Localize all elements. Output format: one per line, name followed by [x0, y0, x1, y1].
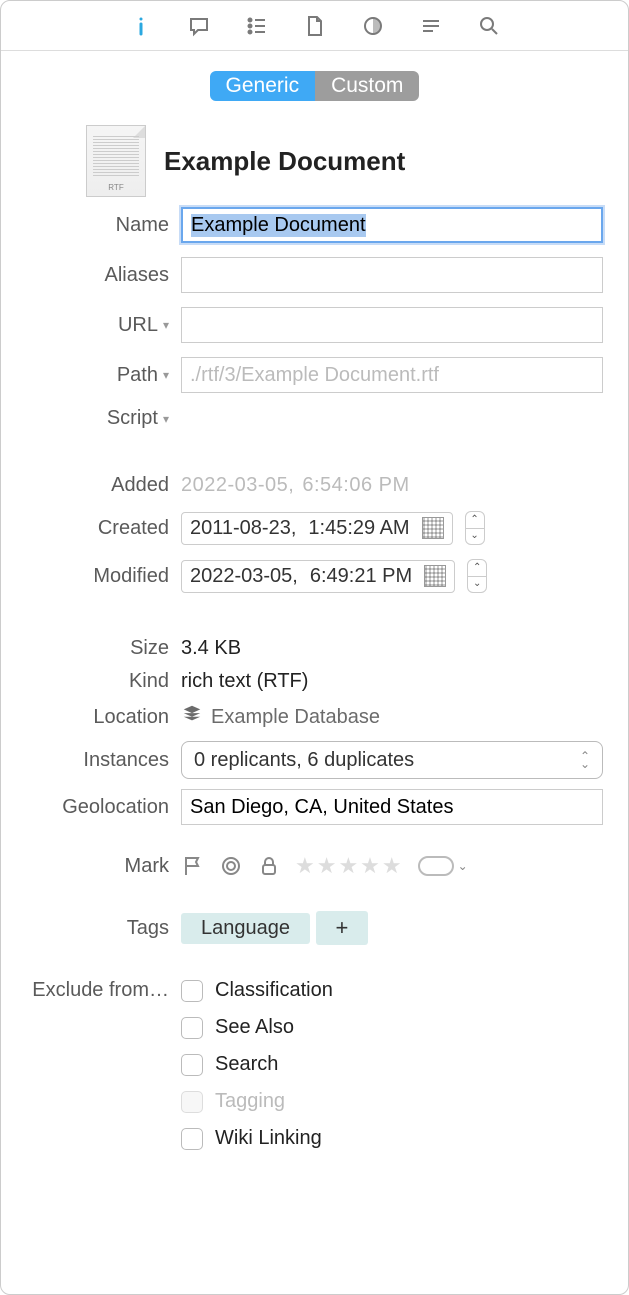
- tab-contrast-icon[interactable]: [345, 6, 401, 46]
- tab-list-icon[interactable]: [229, 6, 285, 46]
- location-value[interactable]: Example Database: [211, 706, 380, 729]
- updown-arrows-icon: ⌃⌄: [580, 752, 590, 769]
- stepper-down-icon[interactable]: ⌄: [468, 577, 486, 593]
- name-label: Name: [26, 214, 181, 237]
- mark-label: Mark: [26, 855, 181, 878]
- tab-search-icon[interactable]: [461, 6, 517, 46]
- tab-document-icon[interactable]: [287, 6, 343, 46]
- geolocation-input[interactable]: [181, 789, 603, 825]
- aliases-input[interactable]: [181, 257, 603, 293]
- geolocation-label: Geolocation: [26, 796, 181, 819]
- document-title: Example Document: [164, 146, 405, 177]
- kind-value: rich text (RTF): [181, 670, 308, 693]
- pill-icon: [418, 856, 454, 876]
- aliases-label: Aliases: [26, 264, 181, 287]
- checkbox-icon[interactable]: [181, 1017, 203, 1039]
- instances-label: Instances: [26, 749, 181, 772]
- add-tag-button[interactable]: +: [316, 911, 368, 945]
- chevron-down-icon: ▾: [163, 318, 169, 332]
- stepper-down-icon[interactable]: ⌄: [466, 529, 484, 545]
- exclude-see-also[interactable]: See Also: [181, 1016, 333, 1039]
- checkbox-icon[interactable]: [181, 1054, 203, 1076]
- location-label: Location: [26, 706, 181, 729]
- modified-date-field[interactable]: 2022-03-05, 6:49:21 PM: [181, 560, 455, 593]
- segment-custom[interactable]: Custom: [315, 71, 419, 101]
- path-label[interactable]: Path▾: [26, 364, 181, 387]
- exclude-wiki-linking[interactable]: Wiki Linking: [181, 1127, 333, 1150]
- added-time: 6:54:06 PM: [302, 474, 409, 497]
- flag-icon[interactable]: [181, 854, 205, 878]
- tag-language[interactable]: Language: [181, 913, 310, 944]
- exclude-checklist: Classification See Also Search Tagging W…: [181, 977, 333, 1150]
- modified-label: Modified: [26, 565, 181, 588]
- checkbox-icon[interactable]: [181, 1128, 203, 1150]
- rating-stars[interactable]: ★★★★★: [295, 853, 404, 879]
- file-thumbnail-icon: RTF: [86, 125, 146, 197]
- exclude-label: Exclude from…: [26, 977, 181, 1003]
- calendar-icon[interactable]: [422, 517, 444, 539]
- tab-comment-icon[interactable]: [171, 6, 227, 46]
- added-date: 2022-03-05,: [181, 474, 294, 497]
- size-label: Size: [26, 637, 181, 660]
- chevron-down-icon: ▾: [163, 368, 169, 382]
- checkbox-icon[interactable]: [181, 980, 203, 1002]
- added-label: Added: [26, 474, 181, 497]
- created-stepper[interactable]: ⌃⌄: [465, 511, 485, 545]
- generic-custom-segment: Generic Custom: [26, 71, 603, 101]
- created-date-field[interactable]: 2011-08-23, 1:45:29 AM: [181, 512, 453, 545]
- url-label[interactable]: URL▾: [26, 314, 181, 337]
- created-label: Created: [26, 517, 181, 540]
- modified-stepper[interactable]: ⌃⌄: [467, 559, 487, 593]
- chevron-down-icon: ▾: [163, 412, 169, 426]
- lock-icon[interactable]: [257, 854, 281, 878]
- script-label[interactable]: Script▾: [26, 407, 181, 430]
- label-color-picker[interactable]: ⌄: [418, 856, 468, 876]
- stepper-up-icon[interactable]: ⌃: [466, 512, 484, 529]
- url-input[interactable]: [181, 307, 603, 343]
- calendar-icon[interactable]: [424, 565, 446, 587]
- exclude-classification[interactable]: Classification: [181, 979, 333, 1002]
- size-value: 3.4 KB: [181, 637, 241, 660]
- tab-paragraph-icon[interactable]: [403, 6, 459, 46]
- checkbox-icon: [181, 1091, 203, 1113]
- tab-info-icon[interactable]: [113, 6, 169, 46]
- database-stack-icon: [181, 703, 203, 731]
- exclude-tagging: Tagging: [181, 1090, 333, 1113]
- kind-label: Kind: [26, 670, 181, 693]
- chevron-down-icon: ⌄: [458, 859, 468, 873]
- segment-generic[interactable]: Generic: [210, 71, 316, 101]
- exclude-search[interactable]: Search: [181, 1053, 333, 1076]
- tags-label: Tags: [26, 917, 181, 940]
- instances-dropdown[interactable]: 0 replicants, 6 duplicates ⌃⌄: [181, 741, 603, 779]
- path-input[interactable]: [181, 357, 603, 393]
- stepper-up-icon[interactable]: ⌃: [468, 560, 486, 577]
- name-input[interactable]: [181, 207, 603, 243]
- circle-target-icon[interactable]: [219, 854, 243, 878]
- inspector-toolbar: [1, 1, 628, 51]
